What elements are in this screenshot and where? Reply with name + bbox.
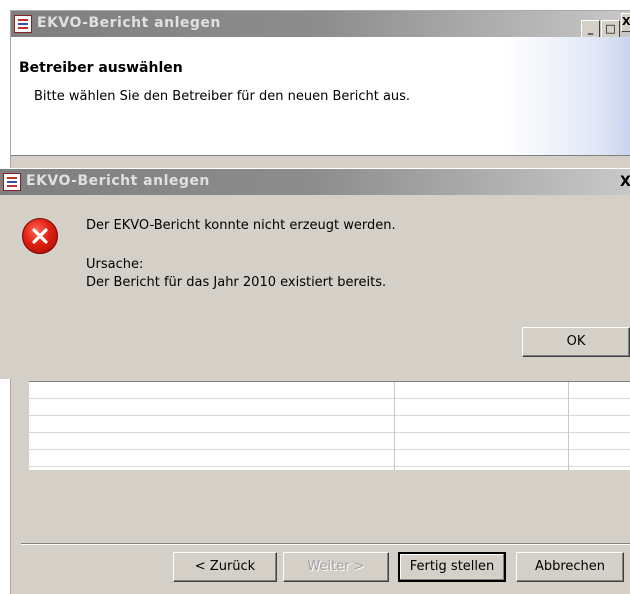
cause-label: Ursache: [86,257,144,272]
finish-button[interactable]: Fertig stellen [398,552,506,582]
wizard-titlebar[interactable]: EKVO-Bericht anlegen _ □X [11,11,630,39]
table-row[interactable] [29,415,630,416]
window-controls: _ □X [580,13,630,39]
page-description: Bitte wählen Sie den Betreiber für den n… [34,89,411,104]
operator-table[interactable] [29,381,630,470]
table-row[interactable] [29,466,630,467]
wizard-header: Betreiber auswählen Bitte wählen Sie den… [11,37,630,156]
dialog-close-button[interactable]: X [620,174,630,190]
hesse-crest-icon [3,173,21,191]
error-dialog: EKVO-Bericht anlegen X Der EKVO-Bericht … [0,168,630,379]
cause-text: Der Bericht für das Jahr 2010 existiert … [86,275,387,290]
back-button[interactable]: < Zurück [173,552,277,582]
hesse-crest-icon [14,15,32,33]
next-button[interactable]: Weiter > [283,552,389,582]
dialog-titlebar[interactable]: EKVO-Bericht anlegen X [0,169,630,195]
table-row[interactable] [29,449,630,450]
table-row[interactable] [29,398,630,399]
table-column-divider [394,382,395,470]
wizard-title: EKVO-Bericht anlegen [37,15,221,31]
close-button[interactable]: X [621,13,630,32]
error-message: Der EKVO-Bericht konnte nicht erzeugt we… [86,218,396,233]
error-icon [22,218,58,254]
ok-button[interactable]: OK [522,327,630,357]
table-row[interactable] [29,432,630,433]
table-column-divider [568,382,569,470]
dialog-title: EKVO-Bericht anlegen [26,173,210,189]
button-separator [21,543,630,545]
page-title: Betreiber auswählen [19,60,183,76]
cancel-button[interactable]: Abbrechen [516,552,624,582]
